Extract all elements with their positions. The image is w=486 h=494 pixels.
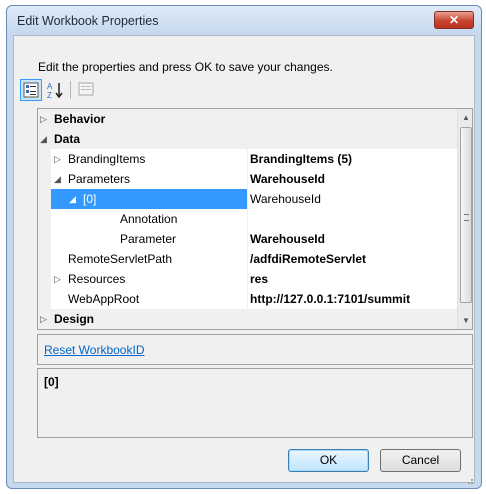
property-name: BrandingItems: [68, 152, 146, 166]
grid-property-row[interactable]: ▷ Resources res: [38, 269, 458, 289]
scroll-up-icon[interactable]: ▲: [458, 109, 472, 126]
property-name: Design: [54, 312, 95, 326]
row-gutter: [38, 249, 51, 269]
column-divider: [247, 149, 248, 169]
title-bar[interactable]: Edit Workbook Properties ✕: [7, 6, 481, 36]
scroll-thumb[interactable]: [460, 127, 472, 303]
close-icon: ✕: [448, 13, 460, 27]
help-pane: [0]: [37, 368, 473, 438]
column-divider: [247, 289, 248, 309]
grip-icon: [464, 214, 469, 221]
property-value[interactable]: BrandingItems (5): [250, 152, 352, 166]
property-name: RemoteServletPath: [68, 252, 173, 266]
grid-category-row[interactable]: ▷ Design: [38, 309, 458, 329]
categorized-button[interactable]: [20, 79, 42, 101]
row-gutter: [38, 269, 51, 289]
grid-category-row[interactable]: ▷ Behavior: [38, 109, 458, 129]
column-divider: [247, 229, 248, 249]
row-gutter: [38, 229, 51, 249]
ok-button[interactable]: OK: [288, 449, 369, 472]
help-title: [0]: [44, 375, 59, 389]
scroll-down-icon[interactable]: ▼: [458, 312, 472, 329]
property-name: Parameters: [68, 172, 131, 186]
grid-property-row[interactable]: WebAppRoot http://127.0.0.1:7101/summit: [38, 289, 458, 309]
property-value[interactable]: WarehouseId: [250, 232, 325, 246]
property-name: Parameter: [120, 232, 177, 246]
row-gutter: [38, 189, 51, 209]
grid-property-row[interactable]: ▷ BrandingItems BrandingItems (5): [38, 149, 458, 169]
collapse-icon[interactable]: ◢: [69, 194, 76, 204]
property-pages-button: [76, 79, 98, 101]
property-name: Annotation: [120, 212, 178, 226]
cancel-button[interactable]: Cancel: [380, 449, 461, 472]
instructions-text: Edit the properties and press OK to save…: [38, 60, 333, 74]
column-divider: [247, 189, 248, 209]
column-divider: [247, 209, 248, 229]
property-name: WebAppRoot: [68, 292, 140, 306]
property-name: Resources: [68, 272, 126, 286]
grid-category-row[interactable]: ◢ Data: [38, 129, 458, 149]
grid-property-row[interactable]: Annotation: [38, 209, 458, 229]
expand-icon[interactable]: ▷: [40, 114, 47, 124]
property-grid[interactable]: ▷ Behavior ◢ Data ▷ BrandingItems BrandingItem…: [37, 108, 473, 330]
property-value[interactable]: WarehouseId: [250, 172, 325, 186]
collapse-icon[interactable]: ◢: [40, 134, 47, 144]
svg-text:Z: Z: [47, 91, 52, 100]
property-value[interactable]: res: [250, 272, 268, 286]
grid-property-row[interactable]: ◢ [0] WarehouseId: [38, 189, 458, 209]
close-button[interactable]: ✕: [434, 11, 474, 29]
collapse-icon[interactable]: ◢: [54, 174, 61, 184]
resize-grip-icon[interactable]: [464, 475, 474, 485]
grid-property-row[interactable]: Parameter WarehouseId: [38, 229, 458, 249]
property-name: Behavior: [54, 112, 106, 126]
row-gutter: [38, 169, 51, 189]
row-gutter: [38, 209, 51, 229]
property-name: [0]: [83, 192, 97, 206]
column-divider: [247, 269, 248, 289]
grid-property-row[interactable]: RemoteServletPath/adfdiRemoteServlet: [38, 249, 458, 269]
property-value[interactable]: WarehouseId: [250, 192, 321, 206]
commands-pane: Reset WorkbookID: [37, 334, 473, 365]
property-value[interactable]: http://127.0.0.1:7101/summit: [250, 292, 410, 306]
column-divider: [247, 249, 248, 269]
expand-icon[interactable]: ▷: [54, 154, 61, 164]
alphabetical-button[interactable]: A Z: [44, 79, 66, 101]
category-background: [38, 129, 458, 149]
reset-workbookid-link[interactable]: Reset WorkbookID: [44, 343, 144, 357]
selection-highlight: [51, 189, 247, 209]
dialog-title: Edit Workbook Properties: [17, 14, 159, 28]
expand-icon[interactable]: ▷: [40, 314, 47, 324]
row-gutter: [38, 149, 51, 169]
column-divider: [247, 169, 248, 189]
svg-text:A: A: [47, 82, 53, 91]
sort-alphabetical-icon: A Z: [47, 82, 63, 100]
expand-icon[interactable]: ▷: [54, 274, 61, 284]
grid-property-row[interactable]: ◢ Parameters WarehouseId: [38, 169, 458, 189]
property-name: Data: [54, 132, 81, 146]
category-background: [38, 309, 458, 329]
toolbar-separator: [70, 81, 71, 99]
categorized-icon: [23, 82, 39, 98]
property-pages-icon: [78, 82, 94, 96]
row-gutter: [38, 289, 51, 309]
property-value[interactable]: /adfdiRemoteServlet: [250, 252, 366, 266]
property-grid-scrollbar[interactable]: ▲ ▼: [457, 109, 472, 329]
